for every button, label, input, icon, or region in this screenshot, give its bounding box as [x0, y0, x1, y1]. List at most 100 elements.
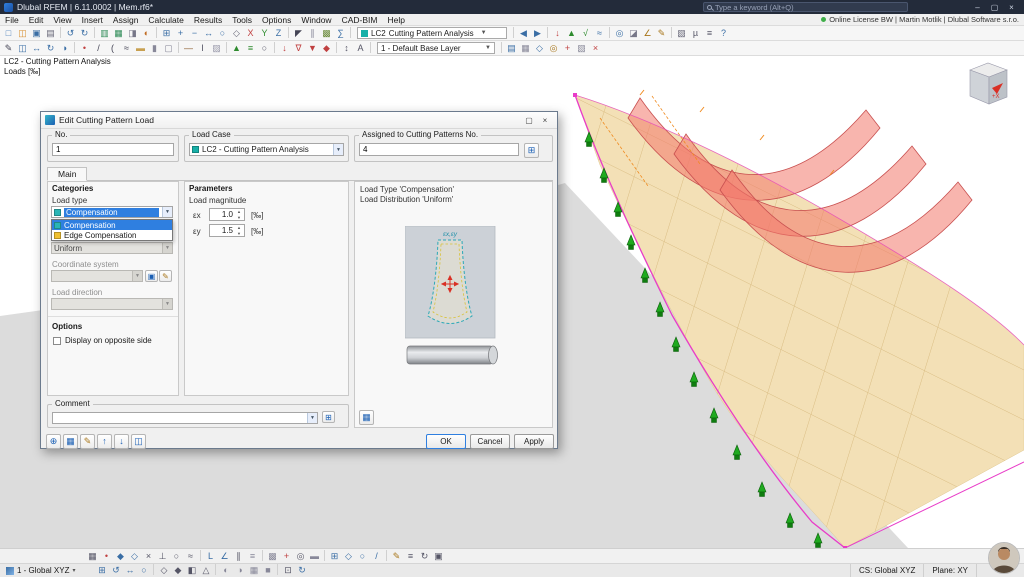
new-surface-icon[interactable]: ▬	[134, 42, 147, 55]
edit-mode-icon[interactable]: ✎	[2, 42, 15, 55]
wireframe-icon[interactable]: ▦	[247, 564, 260, 577]
menu-window[interactable]: Window	[296, 15, 336, 25]
free-load-icon[interactable]: ◆	[320, 42, 333, 55]
polar-tracking-icon[interactable]: ∠	[218, 550, 231, 563]
snap-nodes-icon[interactable]: •	[100, 550, 113, 563]
tables-icon[interactable]: ▦	[112, 27, 125, 40]
cancel-button[interactable]: Cancel	[470, 433, 510, 449]
snap-perpendicular-icon[interactable]: ⊥	[156, 550, 169, 563]
view-yz-icon[interactable]: ◧	[185, 564, 198, 577]
menu-cad-bim[interactable]: CAD-BIM	[337, 15, 383, 25]
edit-coordinate-system-button[interactable]: ✎	[159, 270, 172, 282]
select-line-icon[interactable]: /	[370, 550, 383, 563]
ok-button[interactable]: OK	[426, 433, 466, 449]
dimensions-icon[interactable]: ↕	[340, 42, 353, 55]
user-coordinate-system-icon[interactable]: +	[561, 42, 574, 55]
view-isometric-icon[interactable]: ◇	[230, 27, 243, 40]
view-in-z-icon[interactable]: Z	[272, 27, 285, 40]
grid-settings-icon[interactable]: ▦	[519, 42, 532, 55]
status-plane-segment[interactable]: Plane: XY	[923, 564, 976, 577]
line-load-icon[interactable]: ∇	[292, 42, 305, 55]
snap-grid-icon[interactable]: ▦	[86, 550, 99, 563]
menu-calculate[interactable]: Calculate	[143, 15, 188, 25]
next-load-button[interactable]: ↓	[114, 433, 129, 449]
clipping-planes-icon[interactable]: ◪	[627, 27, 640, 40]
dialog-load-case-combo[interactable]: LC2 - Cutting Pattern Analysis ▼	[189, 143, 344, 156]
new-model-icon[interactable]: □	[2, 27, 15, 40]
solid-display-icon[interactable]: ■	[261, 564, 274, 577]
snap-rotation-icon[interactable]: ↻	[418, 550, 431, 563]
view-in-x-icon[interactable]: X	[244, 27, 257, 40]
visibility-modes-icon[interactable]: ◎	[613, 27, 626, 40]
orbit-icon[interactable]: ○	[137, 564, 150, 577]
zoom-window-icon[interactable]: ⊞	[160, 27, 173, 40]
menu-assign[interactable]: Assign	[108, 15, 144, 25]
select-cutting-patterns-button[interactable]: ⊞	[524, 143, 539, 158]
zoom-in-icon[interactable]: +	[174, 27, 187, 40]
new-spline-icon[interactable]: ≈	[120, 42, 133, 55]
load-type-combo[interactable]: Compensation ▼	[51, 206, 173, 218]
coordinate-system-selector[interactable]: 1 - Global XYZ ▾	[0, 566, 81, 575]
apply-button[interactable]: Apply	[514, 433, 554, 449]
display-panel-icon[interactable]: ◨	[126, 27, 139, 40]
material-icon[interactable]: ▨	[210, 42, 223, 55]
dialog-close-button[interactable]: ×	[537, 116, 553, 125]
guidelines-toggle-icon[interactable]: ≡	[246, 550, 259, 563]
axes-toggle-icon[interactable]: +	[280, 550, 293, 563]
menu-edit[interactable]: Edit	[24, 15, 49, 25]
show-results-icon[interactable]: √	[579, 27, 592, 40]
display-opposite-side-checkbox[interactable]	[53, 336, 61, 345]
snap-intersections-icon[interactable]: ×	[142, 550, 155, 563]
dialog-titlebar[interactable]: Edit Cutting Pattern Load ▢ ×	[41, 112, 557, 129]
comment-combo[interactable]: ▼	[52, 412, 318, 424]
mirror-object-icon[interactable]: ◑	[58, 42, 71, 55]
new-arc-icon[interactable]: (	[106, 42, 119, 55]
zoom-out-icon[interactable]: −	[188, 27, 201, 40]
rotate-object-icon[interactable]: ↻	[44, 42, 57, 55]
snap-midpoints-icon[interactable]: ◇	[128, 550, 141, 563]
guidelines-icon[interactable]: ∥	[306, 27, 319, 40]
node-marker[interactable]	[573, 93, 577, 97]
rendering-icon[interactable]: ◐	[140, 27, 153, 40]
new-comment-button[interactable]: ⊞	[322, 411, 335, 423]
measure-icon[interactable]: ∠	[641, 27, 654, 40]
next-load-case-icon[interactable]: ▶	[531, 27, 544, 40]
epsilon-x-input[interactable]: 1.0 ▲ ▼	[209, 208, 245, 221]
new-node-icon[interactable]: •	[78, 42, 91, 55]
load-type-option-compensation[interactable]: Compensation	[52, 220, 172, 230]
epsilon-y-spinner[interactable]: ▲ ▼	[235, 226, 243, 236]
new-coordinate-system-button[interactable]: ▣	[145, 270, 158, 282]
search-box[interactable]: Type a keyword (Alt+Q)	[703, 2, 908, 12]
menu-results[interactable]: Results	[189, 15, 227, 25]
number-input[interactable]	[52, 143, 174, 156]
new-member-icon[interactable]: —	[182, 42, 195, 55]
move-object-icon[interactable]: ↔	[30, 42, 43, 55]
new-opening-icon[interactable]: ▢	[162, 42, 175, 55]
redo-icon[interactable]: ↻	[78, 27, 91, 40]
zoom-to-load-button[interactable]: ⊕	[46, 433, 61, 449]
generate-mesh-icon[interactable]: ▩	[320, 27, 333, 40]
result-diagrams-icon[interactable]: ≈	[593, 27, 606, 40]
surface-load-icon[interactable]: ▼	[306, 42, 319, 55]
help-icon[interactable]: ?	[717, 27, 730, 40]
data-navigator-icon[interactable]: ▥	[98, 27, 111, 40]
lock-view-icon[interactable]: ▣	[432, 550, 445, 563]
load-type-option-edge-compensation[interactable]: Edge Compensation	[52, 230, 172, 240]
select-circle-icon[interactable]: ○	[356, 550, 369, 563]
units-settings-icon[interactable]: µ	[689, 27, 702, 40]
shadow-toggle-icon[interactable]: ◐	[219, 564, 232, 577]
previous-load-button[interactable]: ↑	[97, 433, 112, 449]
show-table-button[interactable]: ▦	[63, 433, 78, 449]
snap-nearest-icon[interactable]: ≈	[184, 550, 197, 563]
work-plane-icon[interactable]: ◇	[533, 42, 546, 55]
configuration-icon[interactable]: ≡	[703, 27, 716, 40]
ruler-toggle-icon[interactable]: ▬	[308, 550, 321, 563]
perspective-icon[interactable]: △	[199, 564, 212, 577]
layer-manager-icon[interactable]: ▤	[505, 42, 518, 55]
status-cs-segment[interactable]: CS: Global XYZ	[849, 564, 923, 577]
line-support-icon[interactable]: ≡	[244, 42, 257, 55]
select-window-icon[interactable]: ⊞	[328, 550, 341, 563]
window-minimize-button[interactable]: –	[969, 3, 986, 12]
snap-endpoints-icon[interactable]: ◆	[114, 550, 127, 563]
select-rhombus-icon[interactable]: ◇	[342, 550, 355, 563]
